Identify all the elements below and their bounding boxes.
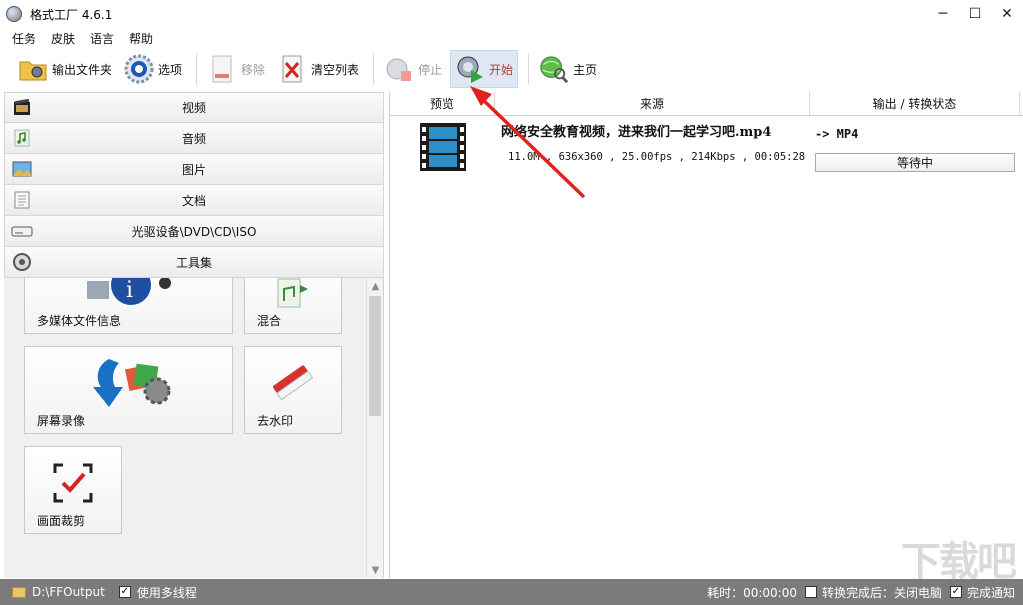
home-globe-icon: [539, 54, 569, 84]
remove-file-icon: [207, 54, 237, 84]
screen-record-icon: [25, 353, 232, 413]
notify-checkbox[interactable]: ✓: [949, 586, 962, 598]
toolbar-separator: [528, 53, 530, 85]
picture-icon: [11, 159, 33, 179]
column-header-preview[interactable]: 预览: [390, 92, 495, 115]
tool-remove-watermark[interactable]: 去水印: [244, 346, 342, 434]
toolbar: 输出文件夹 选项 移除 清空列表 停止 开始 主页: [0, 48, 1023, 90]
window-title: 格式工厂 4.6.1: [30, 7, 113, 22]
title-bar: 格式工厂 4.6.1 ─ ☐ ✕: [0, 0, 1023, 28]
output-path[interactable]: D:\FFOutput: [32, 585, 105, 599]
app-logo-icon: [6, 6, 22, 22]
column-header-output[interactable]: 输出 / 转换状态: [810, 92, 1020, 115]
menu-help[interactable]: 帮助: [129, 30, 153, 47]
close-button[interactable]: ✕: [991, 0, 1023, 28]
category-list: 视频 音频 图片 文档 光驱设备\DVD\CD\ISO 工具集: [4, 92, 384, 278]
film-icon: [11, 98, 33, 118]
category-disc-drive[interactable]: 光驱设备\DVD\CD\ISO: [4, 216, 384, 247]
stop-icon: [384, 54, 414, 84]
options-gear-icon: [124, 54, 154, 84]
left-panel: 视频 音频 图片 文档 光驱设备\DVD\CD\ISO 工具集 i 多媒体文件信…: [4, 92, 384, 578]
remove-button[interactable]: 移除: [203, 50, 269, 88]
start-icon: [455, 54, 485, 84]
output-folder-button[interactable]: 输出文件夹: [14, 50, 116, 88]
window-controls: ─ ☐ ✕: [927, 0, 1023, 28]
stop-button[interactable]: 停止: [380, 50, 446, 88]
crop-icon: [25, 453, 121, 513]
watermark-logo: 下载吧: [901, 539, 1017, 585]
output-format: -> MP4: [815, 127, 859, 141]
conversion-status: 等待中: [815, 153, 1015, 172]
folder-icon: [18, 54, 48, 84]
elapsed-time: 耗时：00:00:00: [707, 585, 797, 600]
svg-text:i: i: [126, 278, 133, 303]
category-toolbox[interactable]: 工具集: [4, 247, 384, 278]
minimize-button[interactable]: ─: [927, 0, 959, 28]
tool-screen-record[interactable]: 屏幕录像: [24, 346, 233, 434]
multithread-checkbox[interactable]: ✓: [118, 586, 131, 598]
tool-media-info[interactable]: i 多媒体文件信息: [24, 278, 233, 334]
music-icon: [11, 128, 33, 148]
start-button[interactable]: 开始: [450, 50, 519, 88]
toolbox-icon: [11, 252, 33, 272]
after-convert-checkbox[interactable]: [804, 586, 817, 598]
category-document[interactable]: 文档: [4, 185, 384, 216]
home-button[interactable]: 主页: [535, 50, 601, 88]
scroll-thumb[interactable]: [369, 296, 381, 416]
category-audio[interactable]: 音频: [4, 123, 384, 154]
category-video[interactable]: 视频: [4, 92, 384, 123]
scroll-down-arrow[interactable]: ▼: [367, 562, 384, 578]
toolbar-separator: [196, 53, 198, 85]
eraser-icon: [245, 353, 341, 413]
task-row[interactable]: 网络安全教育视频，进来我们一起学习吧.mp4 11.0M , 636x360 ,…: [390, 117, 1023, 177]
tool-mix[interactable]: 混合: [244, 278, 342, 334]
status-bar: D:\FFOutput ✓ 使用多线程 耗时：00:00:00 转换完成后：关闭…: [0, 579, 1023, 605]
tools-grid: i 多媒体文件信息 混合 屏幕录像 去水印 画面裁剪: [4, 278, 366, 578]
disc-drive-icon: [11, 221, 33, 241]
menu-task[interactable]: 任务: [12, 30, 36, 47]
menu-skin[interactable]: 皮肤: [51, 30, 75, 47]
tool-crop[interactable]: 画面裁剪: [24, 446, 122, 534]
source-file-name: 网络安全教育视频，进来我们一起学习吧.mp4: [501, 125, 772, 140]
column-header-source[interactable]: 来源: [495, 92, 810, 115]
menu-bar: 任务 皮肤 语言 帮助: [0, 28, 1023, 48]
source-file-meta: 11.0M , 636x360 , 25.00fps , 214Kbps , 0…: [508, 151, 806, 163]
toolbar-separator: [373, 53, 375, 85]
video-thumbnail-icon: [418, 121, 468, 173]
task-list-panel: 预览 来源 输出 / 转换状态 网络安全教育视频，进来我们一起学习吧.mp4 1…: [389, 92, 1023, 578]
scroll-up-arrow[interactable]: ▲: [367, 278, 384, 294]
maximize-button[interactable]: ☐: [959, 0, 991, 28]
clear-list-icon: [277, 54, 307, 84]
task-table-header: 预览 来源 输出 / 转换状态: [390, 92, 1023, 116]
category-picture[interactable]: 图片: [4, 154, 384, 185]
menu-language[interactable]: 语言: [90, 30, 114, 47]
clear-list-button[interactable]: 清空列表: [273, 50, 363, 88]
folder-icon: [12, 586, 26, 598]
tools-scrollbar[interactable]: ▲ ▼: [366, 278, 383, 578]
multithread-label: 使用多线程: [136, 585, 197, 600]
options-button[interactable]: 选项: [120, 50, 186, 88]
document-icon: [11, 190, 33, 210]
